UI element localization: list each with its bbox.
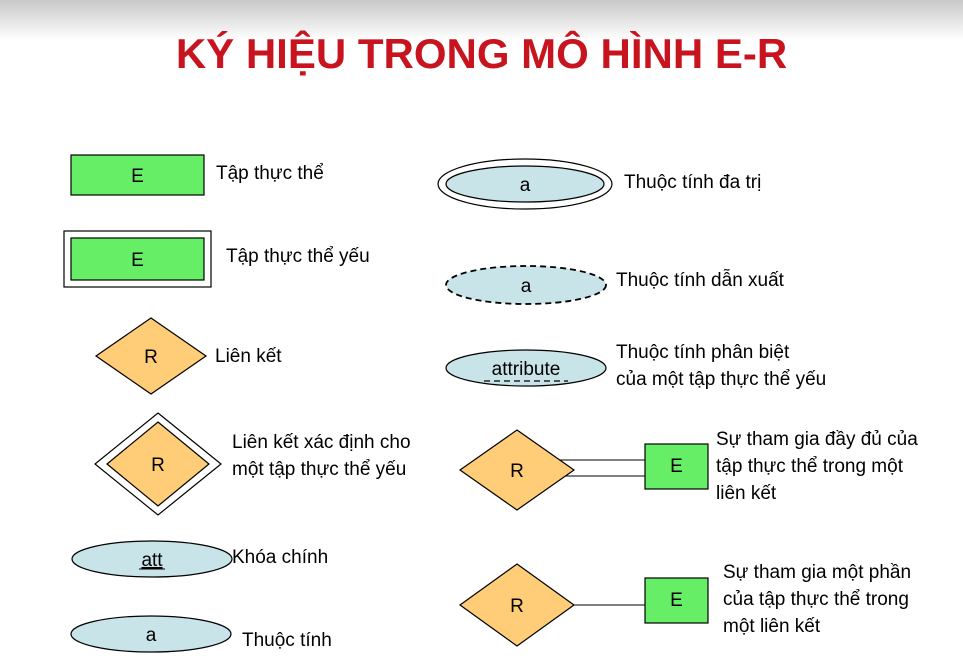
entity-symbol: E — [70, 154, 205, 196]
identifying-relationship-desc-line2: một tập thực thể yếu — [232, 459, 406, 480]
relationship-symbol: R — [94, 317, 208, 395]
identifying-relationship-symbol-label: R — [151, 455, 165, 476]
partial-participation-symbol: R E — [458, 563, 709, 647]
identifying-relationship-symbol: R — [94, 412, 222, 516]
key-attribute-symbol: att — [71, 540, 233, 578]
weak-entity-symbol: E — [63, 230, 212, 288]
attribute-symbol: a — [70, 615, 232, 653]
key-attribute-symbol-label: att — [141, 550, 163, 571]
multivalued-attribute-desc-line1: Thuộc tính đa trị — [624, 172, 761, 193]
partial-participation-desc-line3: một liên kết — [723, 616, 821, 637]
partial-key-attribute-symbol: attribute — [445, 349, 607, 387]
er-notation-diagram: E Tập thực thể E Tập thực thể yếu R Liên… — [63, 154, 918, 653]
relationship-desc-line1: Liên kết — [215, 346, 282, 367]
relationship-symbol-label: R — [144, 347, 158, 368]
entity-desc-line1: Tập thực thể — [216, 163, 324, 184]
entity-symbol-label: E — [131, 166, 144, 187]
weak-entity-desc-line1: Tập thực thể yếu — [226, 246, 370, 267]
multivalued-attribute-symbol: a — [437, 158, 613, 210]
partial-key-attribute-symbol-label: attribute — [492, 359, 561, 380]
attribute-desc-line1: Thuộc tính — [242, 630, 332, 651]
partial-participation-desc-line1: Sự tham gia một phần — [723, 562, 911, 583]
key-attribute-desc-line1: Khóa chính — [232, 547, 328, 568]
total-participation-desc-line3: liên kết — [716, 483, 777, 504]
multivalued-attribute-symbol-label: a — [520, 175, 531, 196]
total-participation-symbol: R E — [458, 429, 709, 511]
derived-attribute-desc-line1: Thuộc tính dẫn xuất — [616, 269, 785, 291]
partial-participation-entity-label: E — [670, 590, 683, 611]
total-participation-entity-label: E — [670, 456, 683, 477]
derived-attribute-symbol-label: a — [521, 276, 532, 297]
total-participation-desc-line2: tập thực thể trong một — [716, 456, 904, 477]
identifying-relationship-desc-line1: Liên kết xác định cho — [232, 432, 411, 453]
partial-key-attribute-desc-line2: của một tập thực thể yếu — [616, 369, 826, 390]
weak-entity-symbol-label: E — [131, 250, 144, 271]
partial-participation-relation-label: R — [510, 596, 524, 617]
partial-key-attribute-desc-line1: Thuộc tính phân biệt — [616, 342, 790, 363]
derived-attribute-symbol: a — [445, 265, 607, 305]
total-participation-relation-label: R — [510, 461, 524, 482]
attribute-symbol-label: a — [146, 625, 157, 646]
partial-participation-desc-line2: của tập thực thể trong — [723, 589, 909, 610]
total-participation-desc-line1: Sự tham gia đầy đủ của — [716, 429, 918, 450]
